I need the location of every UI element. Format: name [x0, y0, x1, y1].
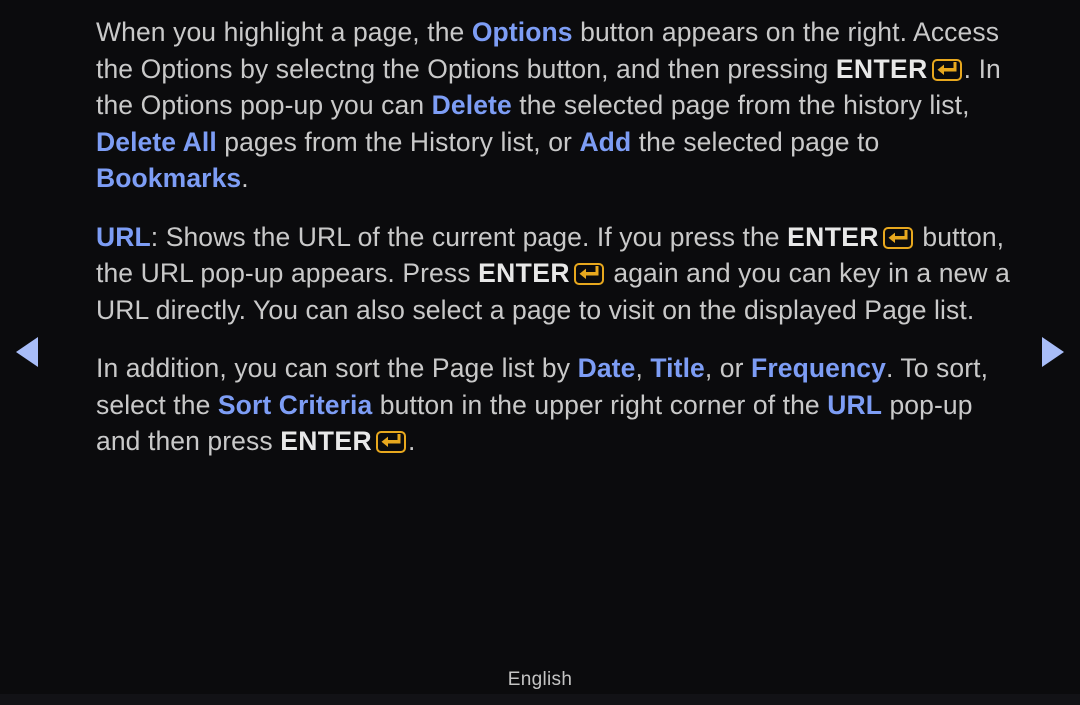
enter-label: ENTER [835, 53, 928, 84]
body-text: the selected page to [631, 126, 880, 157]
enter-label: ENTER [787, 221, 879, 252]
body-text: : Shows the URL of the current page. If … [150, 221, 788, 252]
keyword-url: URL [96, 221, 151, 252]
body-text: . [408, 426, 416, 456]
keyword-url: URL [827, 389, 882, 420]
keyword-options: Options [471, 17, 573, 47]
enter-key-icon [573, 263, 604, 285]
help-text-content: When you highlight a page, the Options b… [96, 14, 1024, 460]
sort-paragraph: In addition, you can sort the Page list … [96, 350, 1024, 460]
body-text: , [635, 353, 651, 383]
previous-page-arrow-icon[interactable] [16, 337, 38, 367]
enter-label: ENTER [280, 426, 373, 456]
body-text: , or [704, 353, 752, 383]
keyword-frequency: Frequency [751, 353, 886, 383]
enter-key-icon [931, 58, 962, 81]
keyword-sort-criteria: Sort Criteria [217, 389, 373, 420]
emanual-screen: When you highlight a page, the Options b… [0, 0, 1080, 705]
keyword-date: Date [577, 353, 636, 383]
body-text: button in the upper right corner of the [372, 389, 828, 420]
body-text: the selected page from the history list, [511, 90, 970, 120]
keyword-bookmarks: Bookmarks [96, 163, 242, 193]
body-text: pages from the History list, or [216, 126, 580, 157]
language-label: English [507, 669, 573, 690]
return-arrow-glyph [381, 434, 401, 447]
url-paragraph: URL: Shows the URL of the current page. … [96, 219, 1024, 329]
return-arrow-glyph [888, 229, 908, 243]
keyword-add: Add [579, 126, 632, 157]
body-text: In addition, you can sort the Page list … [96, 353, 578, 383]
enter-key-icon [882, 226, 913, 249]
enter-label: ENTER [478, 258, 570, 288]
options-paragraph: When you highlight a page, the Options b… [96, 14, 1024, 197]
keyword-delete: Delete [431, 90, 512, 120]
body-text: When you highlight a page, the [96, 17, 472, 47]
next-page-arrow-icon[interactable] [1042, 337, 1064, 367]
return-arrow-glyph [937, 61, 957, 75]
keyword-title: Title [650, 353, 705, 383]
return-arrow-glyph [579, 266, 599, 279]
keyword-delete-all: Delete All [96, 126, 217, 157]
enter-key-icon [376, 431, 407, 453]
bottom-edge-band [0, 694, 1080, 705]
body-text: . [241, 163, 249, 193]
